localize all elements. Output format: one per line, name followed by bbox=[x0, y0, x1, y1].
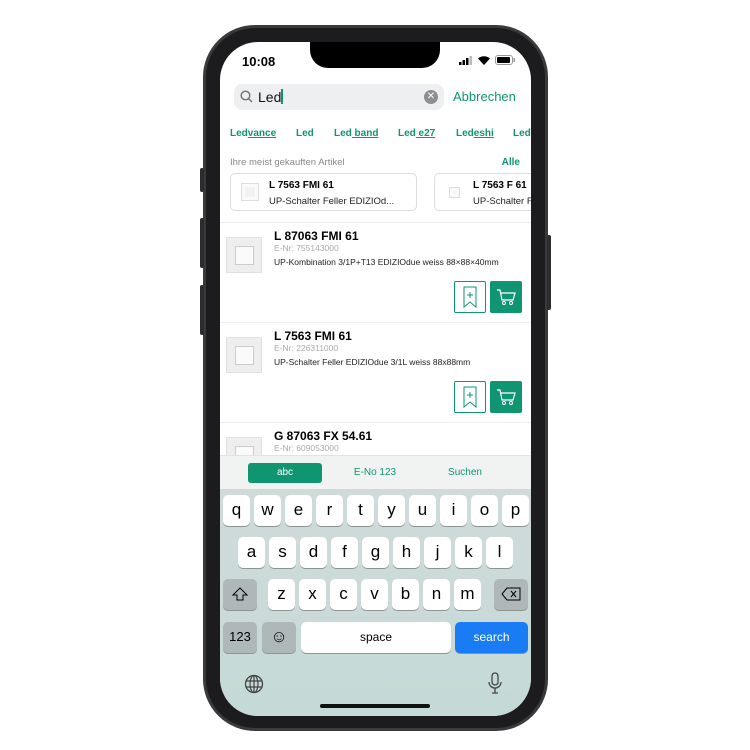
add-to-cart-button[interactable] bbox=[490, 281, 522, 313]
key-d[interactable]: d bbox=[300, 537, 327, 568]
key-r[interactable]: r bbox=[316, 495, 343, 526]
search-key[interactable]: search bbox=[455, 622, 528, 653]
signal-icon bbox=[459, 55, 472, 65]
result-row[interactable]: L 87063 FMI 61 E-Nr: 755143000 UP-Kombin… bbox=[220, 222, 531, 322]
key-p[interactable]: p bbox=[502, 495, 529, 526]
tab-abc[interactable]: abc bbox=[248, 463, 322, 483]
key-k[interactable]: k bbox=[455, 537, 482, 568]
suggestion-chip[interactable]: Led bbox=[296, 128, 314, 139]
key-h[interactable]: h bbox=[393, 537, 420, 568]
shift-key[interactable] bbox=[223, 579, 257, 610]
key-t[interactable]: t bbox=[347, 495, 374, 526]
product-thumbnail bbox=[449, 187, 460, 198]
microphone-icon[interactable] bbox=[488, 672, 502, 694]
search-icon bbox=[240, 90, 253, 103]
frequent-item-card[interactable]: L 7563 FMI 61 UP-Schalter Feller EDIZIOd… bbox=[230, 173, 417, 211]
status-icons bbox=[459, 55, 515, 65]
key-v[interactable]: v bbox=[361, 579, 388, 610]
cart-icon bbox=[497, 389, 516, 405]
tab-e-no[interactable]: E-No 123 bbox=[340, 463, 410, 483]
product-image bbox=[226, 337, 262, 373]
key-a[interactable]: a bbox=[238, 537, 265, 568]
volume-up-button bbox=[200, 218, 204, 268]
key-n[interactable]: n bbox=[423, 579, 450, 610]
backspace-key[interactable] bbox=[494, 579, 528, 610]
result-row[interactable]: L 7563 FMI 61 E-Nr: 226311000 UP-Schalte… bbox=[220, 322, 531, 422]
backspace-icon bbox=[501, 587, 521, 601]
cart-icon bbox=[497, 289, 516, 305]
product-image bbox=[226, 237, 262, 273]
key-i[interactable]: i bbox=[440, 495, 467, 526]
bookmark-plus-icon bbox=[463, 286, 477, 309]
volume-down-button bbox=[200, 285, 204, 335]
bookmark-add-button[interactable] bbox=[454, 281, 486, 313]
power-button bbox=[547, 235, 551, 310]
tab-suchen[interactable]: Suchen bbox=[430, 463, 500, 483]
key-w[interactable]: w bbox=[254, 495, 281, 526]
key-g[interactable]: g bbox=[362, 537, 389, 568]
wifi-icon bbox=[478, 55, 490, 65]
space-key[interactable]: space bbox=[301, 622, 451, 653]
key-s[interactable]: s bbox=[269, 537, 296, 568]
key-x[interactable]: x bbox=[299, 579, 326, 610]
key-j[interactable]: j bbox=[424, 537, 451, 568]
key-m[interactable]: m bbox=[454, 579, 481, 610]
show-all-link[interactable]: Alle bbox=[502, 157, 520, 168]
suggestion-chip[interactable]: Ledvance bbox=[230, 128, 276, 139]
suggestion-chip[interactable]: Led band bbox=[334, 128, 378, 139]
emoji-key[interactable]: ☺ bbox=[262, 622, 296, 653]
key-l[interactable]: l bbox=[486, 537, 513, 568]
shift-icon bbox=[231, 587, 249, 601]
key-c[interactable]: c bbox=[330, 579, 357, 610]
key-y[interactable]: y bbox=[378, 495, 405, 526]
globe-icon[interactable] bbox=[244, 674, 264, 694]
key-b[interactable]: b bbox=[392, 579, 419, 610]
keyboard-mode-toolbar: abc E-No 123 Suchen bbox=[220, 455, 531, 489]
key-u[interactable]: u bbox=[409, 495, 436, 526]
key-o[interactable]: o bbox=[471, 495, 498, 526]
key-e[interactable]: e bbox=[285, 495, 312, 526]
bookmark-plus-icon bbox=[463, 386, 477, 409]
status-time: 10:08 bbox=[242, 54, 276, 69]
key-z[interactable]: z bbox=[268, 579, 295, 610]
screen: 10:08 Led ✕ Abbrechen Ledvance Led Led b… bbox=[220, 42, 531, 716]
key-q[interactable]: q bbox=[223, 495, 250, 526]
clear-icon[interactable]: ✕ bbox=[424, 90, 438, 104]
mute-switch bbox=[200, 168, 204, 192]
numbers-key[interactable]: 123 bbox=[223, 622, 257, 653]
search-query: Led bbox=[258, 89, 282, 105]
bookmark-add-button[interactable] bbox=[454, 381, 486, 413]
add-to-cart-button[interactable] bbox=[490, 381, 522, 413]
home-indicator bbox=[320, 704, 430, 708]
key-f[interactable]: f bbox=[331, 537, 358, 568]
frequent-item-card[interactable]: L 7563 F 61 UP-Schalter Feller bbox=[434, 173, 531, 211]
suggestion-chip[interactable]: Led bbox=[513, 128, 531, 139]
product-thumbnail bbox=[241, 183, 259, 201]
notch bbox=[310, 42, 440, 68]
emoji-icon: ☺ bbox=[270, 627, 288, 646]
search-input[interactable]: Led ✕ bbox=[234, 84, 444, 110]
cancel-button[interactable]: Abbrechen bbox=[453, 89, 516, 104]
frequent-header: Ihre meist gekauften Artikel bbox=[230, 157, 345, 168]
battery-icon bbox=[495, 55, 515, 65]
suggestion-chip[interactable]: Ledeshi bbox=[456, 128, 494, 139]
suggestion-chip[interactable]: Led e27 bbox=[398, 128, 435, 139]
